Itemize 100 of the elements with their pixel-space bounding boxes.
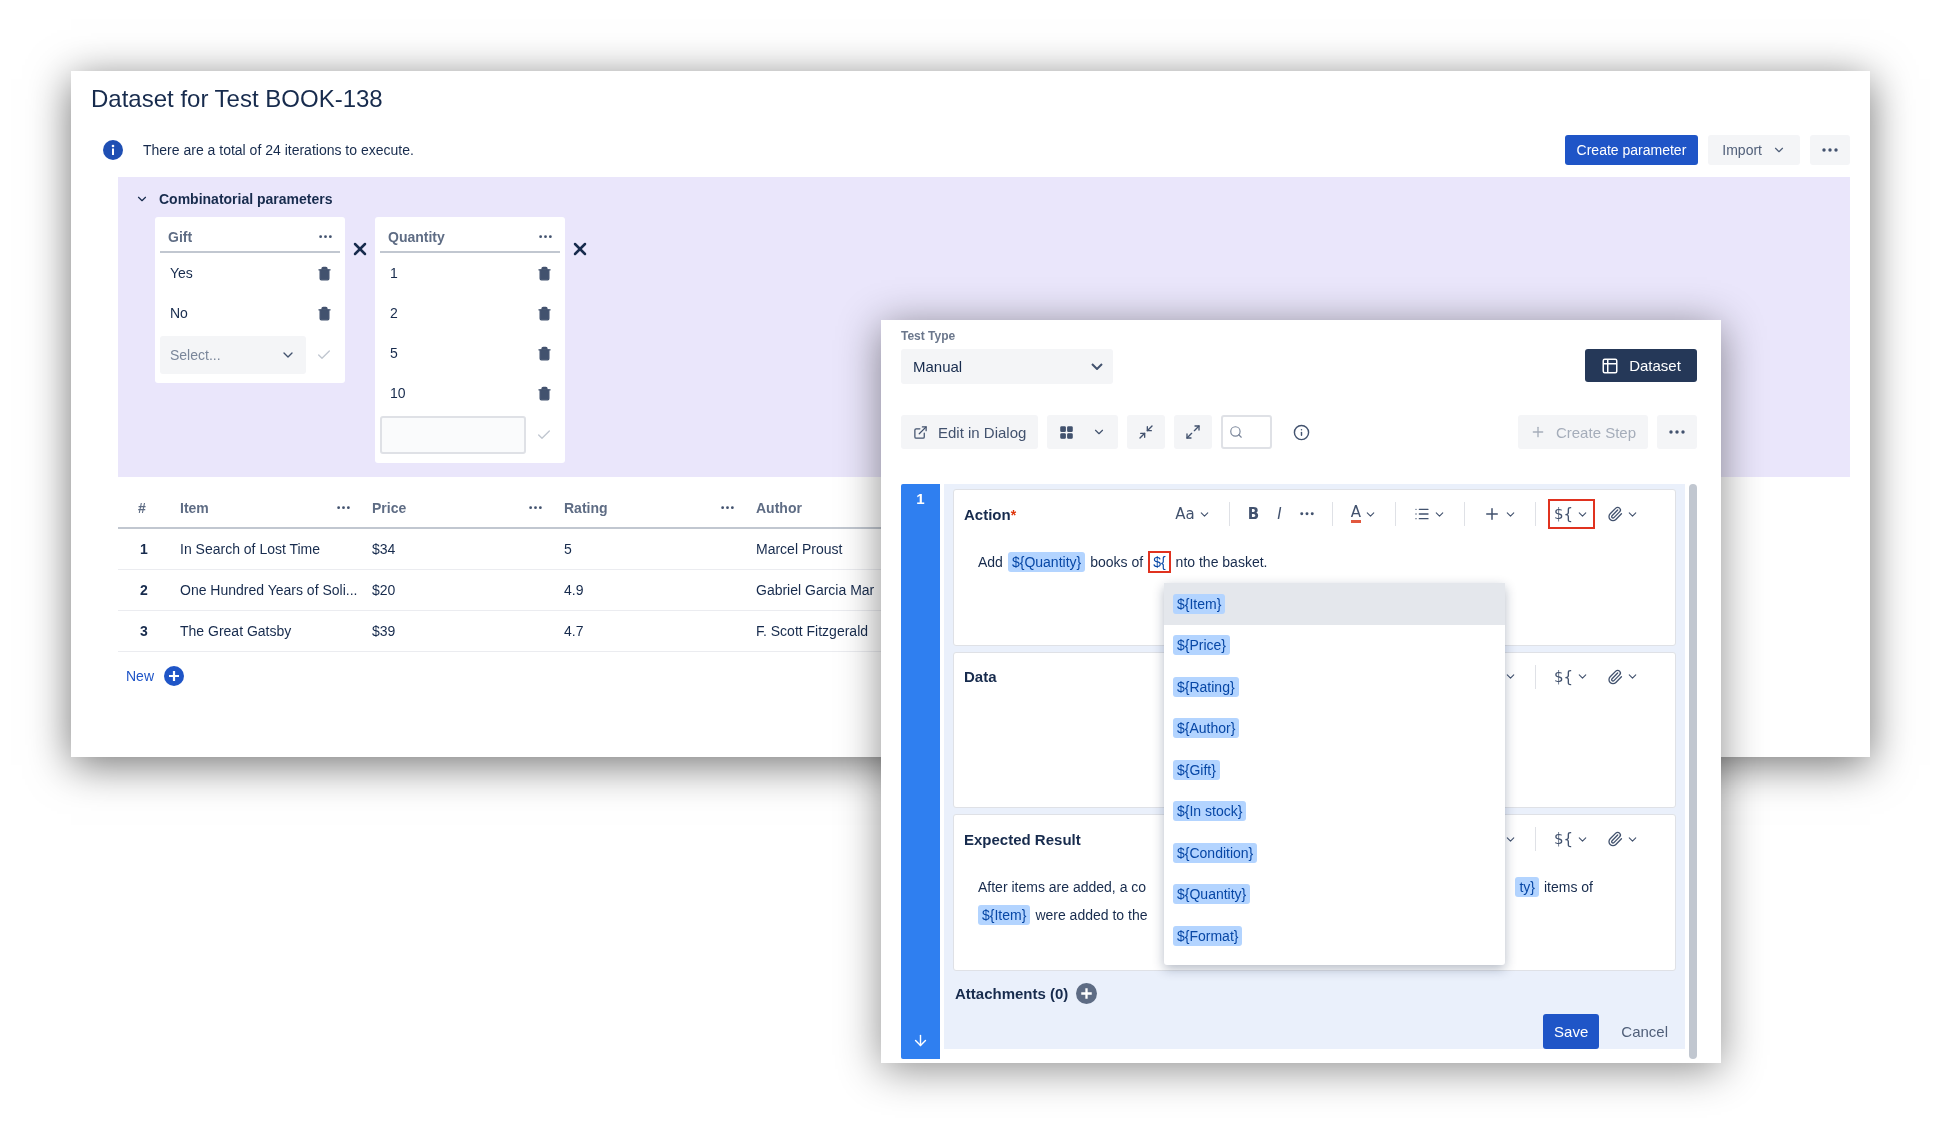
collapse-button[interactable] [1127,415,1166,449]
toolbar-button[interactable]: Aa [1169,499,1217,529]
external-link-icon [913,424,928,440]
table-icon [1601,356,1620,375]
collapse-icon [1138,424,1155,440]
table-cell-text: $34 [371,541,396,557]
grid-icon [1059,424,1075,440]
text: nto the basket. [1175,554,1268,570]
column-header: Author [756,500,802,516]
text: items of [1544,879,1593,896]
italic-button[interactable]: I [1271,499,1288,529]
menu-item[interactable]: ${Gift} [1164,749,1505,791]
menu-item[interactable]: ${Quantity} [1164,873,1505,915]
table-cell-text: $20 [371,582,396,598]
section-title: Data [964,668,997,686]
variable-tag: ${Item} [978,905,1031,926]
column-header: # [138,500,146,516]
table-cell-text: 2 [139,582,148,598]
table-cell-text: $39 [371,623,396,639]
page-title: Dataset for Test BOOK-138 [91,85,383,113]
trash-icon[interactable] [537,385,552,401]
menu-item[interactable]: ${Item} [1164,583,1505,625]
table-cell-text: The Great Gatsby [179,623,292,639]
layout-button[interactable] [1047,415,1119,449]
create-parameter-button[interactable]: Create parameter [1564,135,1699,165]
menu-item[interactable]: ${Price} [1164,624,1505,666]
paperclip-icon [1607,831,1623,848]
column-header: Rating [564,500,608,516]
variable-tag: ${Quantity} [1007,552,1086,572]
info-icon[interactable] [1293,423,1311,441]
cancel-button[interactable]: Cancel [1615,1014,1674,1049]
value-select[interactable]: Select... [160,336,306,374]
trash-icon[interactable] [317,305,332,321]
text: books of [1090,554,1144,570]
more-icon [1669,430,1685,434]
table-cell-text: Marcel Proust [755,541,843,557]
more-icon[interactable] [721,506,734,510]
menu-item[interactable]: ${Format} [1164,915,1505,957]
menu-item[interactable]: ${Author} [1164,707,1505,749]
value-input[interactable] [380,416,526,454]
toolbar-button[interactable]: ${ [1547,661,1595,692]
test-type-select[interactable]: Manual [901,349,1113,384]
table-cell-text: One Hundred Years of Soli... [179,582,358,598]
text-color-button[interactable]: A [1344,499,1383,529]
scrollbar[interactable] [1689,484,1697,1059]
parameter-value: 1 [390,265,398,281]
text: After items are added, a co [978,879,1147,896]
list-icon [1413,506,1430,522]
table-cell-text: 4.7 [563,623,584,639]
table-cell-text: F. Scott Fitzgerald [755,623,869,639]
attachments-label: Attachments (0) [955,985,1069,1002]
add-icon[interactable] [1076,983,1098,1004]
toolbar-button[interactable]: ${ [1547,499,1595,529]
paperclip-icon [1607,506,1623,522]
table-cell-text: Gabriel Garcia Mar [755,582,875,598]
more-icon [1299,512,1314,516]
section-title: Combinatorial parameters [159,191,333,207]
more-icon[interactable] [539,235,552,239]
search-field[interactable] [1221,415,1273,449]
section-title: Expected Result [964,830,1081,848]
trash-icon[interactable] [317,265,332,281]
add-icon[interactable] [164,666,184,686]
arrow-down-icon[interactable] [912,1032,929,1049]
toolbar-button[interactable]: ${ [1547,824,1595,855]
menu-item[interactable]: ${In stock} [1164,790,1505,832]
edit-in-dialog-button[interactable]: Edit in Dialog [901,415,1039,449]
field-label: Test Type [901,329,956,343]
more-icon[interactable] [319,235,332,239]
menu-item[interactable]: ${Rating} [1164,666,1505,708]
trash-icon[interactable] [537,265,552,281]
table-cell-text: 5 [563,541,572,557]
paperclip-icon [1607,668,1623,685]
section-title: Action* [964,505,1017,523]
search-icon [1229,425,1244,439]
parameter-value: No [170,305,188,321]
import-button[interactable]: Import [1708,135,1800,165]
parameter-value: Yes [170,265,193,281]
text: were added to the [1035,907,1148,924]
dataset-button[interactable]: Dataset [1585,349,1697,382]
typed-variable: ${ [1148,551,1171,573]
parameter-name: Gift [168,229,193,245]
expand-button[interactable] [1174,415,1213,449]
parameter-value: 10 [390,385,406,401]
more-icon[interactable] [529,506,542,510]
trash-icon[interactable] [537,305,552,321]
column-header: Item [180,500,209,516]
table-cell-text: 1 [139,541,148,557]
trash-icon[interactable] [537,345,552,361]
more-icon [1822,148,1838,152]
table-cell-text: 3 [139,623,148,639]
new-link[interactable]: New [126,668,154,684]
bold-button[interactable]: B [1241,499,1266,529]
step-number: 1 [916,490,925,507]
menu-item[interactable]: ${Condition} [1164,832,1505,874]
parameter-value: 2 [390,305,398,321]
text: Add [978,554,1003,570]
parameter-name: Quantity [388,229,445,245]
parameter-value: 5 [390,345,398,361]
save-button[interactable]: Save [1543,1014,1600,1049]
more-icon[interactable] [337,506,350,510]
